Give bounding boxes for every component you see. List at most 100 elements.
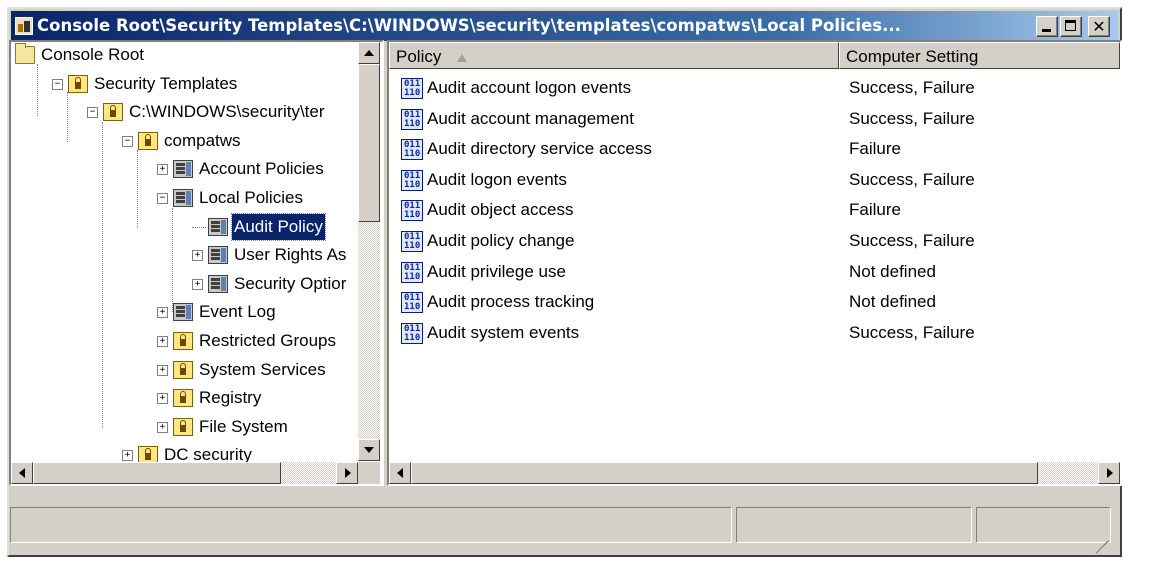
details-pane[interactable]: Policy Computer Setting 011 110 Audit acco…	[387, 40, 1122, 486]
tree-connector	[192, 226, 206, 228]
list-row[interactable]: 011 110 Audit object access Failure	[389, 195, 1120, 225]
list-scroll-left-button[interactable]	[389, 462, 411, 484]
tree-node[interactable]: + Security Optior	[11, 271, 356, 297]
policy-name: Audit system events	[427, 322, 580, 342]
minimize-icon	[1042, 29, 1051, 32]
list-row[interactable]: 011 110 Audit process tracking Not defined	[389, 287, 1120, 317]
tree-vertical-scroll-thumb[interactable]	[358, 64, 380, 222]
tree-node[interactable]: + Account Policies	[11, 156, 356, 182]
tree-node-label: Event Log	[199, 302, 276, 322]
mmc-app-icon[interactable]	[15, 17, 33, 35]
tree-node-label: Registry	[199, 388, 262, 408]
resize-grip-icon[interactable]	[1091, 523, 1109, 554]
tree-node-label: compatws	[164, 130, 241, 150]
column-header-policy[interactable]: Policy	[389, 42, 839, 69]
tree-node[interactable]: + Restricted Groups	[11, 328, 356, 354]
list-row[interactable]: 011 110 Audit privilege use Not defined	[389, 257, 1120, 287]
tree-node[interactable]: + Registry	[11, 385, 356, 411]
tree-node[interactable]: Console Root	[11, 42, 356, 68]
close-icon: ✕	[1092, 17, 1106, 36]
arrow-right-icon	[345, 468, 351, 478]
tree-node[interactable]: + Event Log	[11, 299, 356, 325]
scroll-corner	[358, 462, 380, 484]
policy-name: Audit policy change	[427, 231, 575, 250]
collapse-icon[interactable]: −	[87, 107, 98, 119]
icon-glyph-bottom: 110	[404, 149, 421, 160]
tree-node[interactable]: + System Services	[11, 357, 356, 383]
list-row[interactable]: 011 110 Audit directory service access Fail…	[389, 134, 1120, 164]
computer-setting-value: Not defined	[849, 292, 936, 312]
icon-glyph-bottom: 110	[404, 210, 421, 221]
expand-icon[interactable]: +	[122, 450, 133, 462]
tree-node-label: Restricted Groups	[199, 331, 336, 350]
expand-icon[interactable]: +	[157, 421, 168, 433]
tree-node[interactable]: + File System	[11, 414, 356, 440]
maximize-button[interactable]	[1060, 16, 1082, 37]
expand-icon[interactable]: +	[157, 393, 168, 405]
expand-icon[interactable]: +	[157, 307, 168, 319]
collapse-icon[interactable]: −	[122, 135, 133, 147]
tree-node-label: Security Templates	[94, 73, 238, 93]
tree-scroll-left-button[interactable]	[11, 462, 33, 484]
console-tree-pane[interactable]: Console Root − Security Templates − C:\WINDO…	[9, 40, 384, 486]
minimize-button[interactable]	[1036, 16, 1058, 37]
list-row[interactable]: 011 110 Audit system events Success, Failur…	[389, 318, 1120, 348]
audit-policy-icon: 011 110	[401, 261, 423, 283]
sort-ascending-icon	[457, 53, 468, 62]
list-horizontal-scroll-thumb[interactable]	[411, 462, 1038, 484]
expand-icon[interactable]: +	[192, 250, 203, 262]
tree-node[interactable]: − Local Policies	[11, 185, 356, 211]
status-panel-2	[736, 507, 972, 543]
tree-node[interactable]: + User Rights As	[11, 242, 356, 268]
tree-node[interactable]: − C:\WINDOWS\security\ter	[11, 99, 356, 125]
column-header-policy-label: Policy	[396, 47, 442, 66]
expand-icon[interactable]: +	[157, 336, 168, 347]
tree-node-label: Local Policies	[199, 188, 303, 207]
window-title: Console Root\Security Templates\C:\WINDO…	[37, 16, 901, 35]
audit-policy-icon: 011 110	[401, 231, 423, 252]
collapse-icon[interactable]: −	[52, 78, 63, 90]
close-button[interactable]: ✕	[1088, 16, 1110, 37]
list-row[interactable]: 011 110 Audit policy change Success, Failur…	[389, 226, 1120, 256]
computer-setting-value: Not defined	[849, 261, 936, 281]
audit-policy-icon: 011 110	[401, 322, 423, 344]
column-header-computer-setting[interactable]: Computer Setting	[839, 42, 1120, 69]
lock-folder-icon	[173, 389, 193, 408]
arrow-down-icon	[364, 447, 374, 453]
tree-node-label: C:\WINDOWS\security\ter	[129, 102, 325, 122]
tree-scroll-right-button[interactable]	[336, 462, 358, 484]
expand-icon[interactable]: +	[157, 364, 168, 376]
list-scroll-right-button[interactable]	[1098, 462, 1120, 484]
computer-setting-value: Failure	[849, 139, 901, 159]
tree-node[interactable]: − Security Templates	[11, 71, 356, 97]
list-row[interactable]: 011 110 Audit account logon events Success,…	[389, 73, 1120, 103]
lock-folder-icon	[173, 332, 193, 350]
computer-setting-value: Success, Failure	[849, 322, 975, 342]
tree-guide-line	[102, 122, 103, 428]
policy-icon	[173, 189, 193, 207]
tree-node[interactable]: − compatws	[11, 128, 356, 154]
tree-guide-line	[172, 208, 173, 312]
policy-name: Audit account management	[427, 108, 634, 128]
audit-policy-icon: 011 110	[401, 78, 423, 99]
lock-folder-icon	[173, 417, 193, 436]
icon-glyph-bottom: 110	[404, 241, 421, 251]
list-row[interactable]: 011 110 Audit account management Success, F…	[389, 104, 1120, 134]
column-header-setting-label: Computer Setting	[846, 47, 979, 66]
audit-policy-icon: 011 110	[401, 292, 423, 314]
tree-scroll-down-button[interactable]	[358, 439, 380, 461]
tree-scroll-up-button[interactable]	[358, 42, 380, 64]
tree-node-label: User Rights As	[234, 245, 347, 265]
tree-horizontal-scroll-thumb[interactable]	[33, 462, 281, 484]
title-bar[interactable]: Console Root\Security Templates\C:\WINDO…	[11, 11, 1118, 41]
collapse-icon[interactable]: −	[157, 193, 168, 204]
tree-node[interactable]: Audit Policy	[11, 212, 356, 241]
status-panel-main	[10, 507, 732, 543]
list-row[interactable]: 011 110 Audit logon events Success, Failure	[389, 165, 1120, 195]
computer-setting-value: Success, Failure	[849, 231, 975, 250]
policy-name: Audit directory service access	[427, 139, 652, 159]
expand-icon[interactable]: +	[192, 278, 203, 290]
maximize-icon	[1065, 20, 1076, 31]
folder-icon	[15, 43, 35, 64]
expand-icon[interactable]: +	[157, 164, 168, 176]
